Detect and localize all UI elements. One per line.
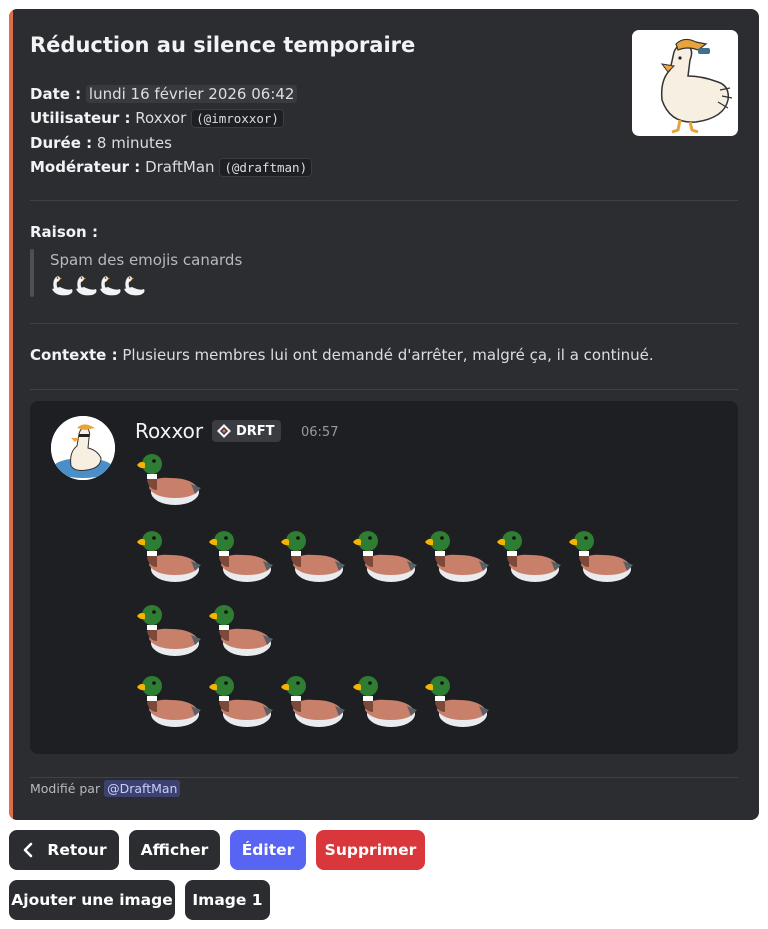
server-tag-label: DRFT: [236, 423, 275, 439]
field-user: Utilisateur : Roxxor (@imroxxor): [30, 109, 284, 128]
duck-emoji-row: [135, 601, 273, 659]
back-button[interactable]: Retour: [9, 830, 119, 870]
duck-emoji-row: [135, 450, 201, 508]
goose-illustration-icon: [660, 38, 733, 134]
reason-text: Spam des emojis canards: [50, 251, 243, 269]
duck-emoji-icon[interactable]: [135, 527, 201, 585]
field-user-handle: (@imroxxor): [191, 109, 284, 128]
embed-thumbnail-duck[interactable]: [632, 30, 738, 136]
moderator-mention[interactable]: @DraftMan: [104, 780, 181, 797]
avatar[interactable]: [51, 416, 115, 480]
field-date-label: Date :: [30, 85, 82, 103]
duck-emoji-icon[interactable]: [351, 527, 417, 585]
message-author[interactable]: Roxxor: [135, 419, 203, 443]
duck-emoji-icon[interactable]: [351, 672, 417, 730]
duck-emoji-row: [135, 527, 633, 585]
goose-avatar-icon: [51, 416, 115, 480]
field-moderator-handle: (@draftman): [219, 158, 313, 177]
duck-emoji-icon[interactable]: [207, 527, 273, 585]
quoted-message: Roxxor DRFT 06:57: [30, 401, 738, 754]
chevron-left-icon: [24, 842, 33, 858]
context-field: Contexte : Plusieurs membres lui ont dem…: [30, 346, 654, 364]
duck-emoji-icon[interactable]: [279, 672, 345, 730]
duck-emoji-icon[interactable]: [207, 601, 273, 659]
swan-emoji-icon[interactable]: [50, 273, 74, 297]
swan-emoji-icon[interactable]: [74, 273, 98, 297]
reason-label-text: Raison :: [30, 223, 98, 241]
field-duration: Durée : 8 minutes: [30, 134, 172, 152]
delete-button[interactable]: Supprimer: [316, 830, 425, 870]
divider: [30, 323, 738, 324]
swan-emoji-icon[interactable]: [122, 273, 146, 297]
field-user-name: Roxxor: [135, 109, 187, 127]
mod-log-embed: Réduction au silence temporaire Date : l…: [9, 9, 759, 820]
context-label: Contexte :: [30, 346, 118, 364]
context-text: Plusieurs membres lui ont demandé d'arrê…: [122, 346, 654, 364]
duck-emoji-icon[interactable]: [423, 527, 489, 585]
show-button[interactable]: Afficher: [129, 830, 220, 870]
duck-emoji-icon[interactable]: [423, 672, 489, 730]
field-moderator-label: Modérateur :: [30, 158, 141, 176]
divider: [30, 389, 738, 390]
field-date: Date : lundi 16 février 2026 06:42: [30, 85, 298, 103]
divider: [30, 200, 738, 201]
edit-button[interactable]: Éditer: [230, 830, 306, 870]
duck-emoji-icon[interactable]: [279, 527, 345, 585]
field-user-label: Utilisateur :: [30, 109, 131, 127]
server-tag[interactable]: DRFT: [212, 420, 281, 442]
embed-footer: Modifié par @DraftMan: [30, 780, 181, 797]
add-image-button[interactable]: Ajouter une image: [9, 880, 175, 920]
message-timestamp: 06:57: [301, 425, 339, 440]
duck-emoji-row: [135, 672, 489, 730]
field-duration-label: Durée :: [30, 134, 93, 152]
blockquote-bar: [30, 249, 34, 297]
image-1-button[interactable]: Image 1: [185, 880, 270, 920]
embed-title: Réduction au silence temporaire: [30, 33, 416, 57]
divider: [30, 777, 738, 778]
duck-emoji-icon[interactable]: [207, 672, 273, 730]
footer-prefix: Modifié par: [30, 781, 101, 796]
duck-emoji-icon[interactable]: [567, 527, 633, 585]
embed-accent-bar: [9, 9, 13, 820]
duck-emoji-icon[interactable]: [135, 672, 201, 730]
back-button-label: Retour: [47, 841, 107, 859]
field-moderator: Modérateur : DraftMan (@draftman): [30, 158, 313, 177]
field-moderator-name: DraftMan: [145, 158, 215, 176]
swan-emoji-icon[interactable]: [98, 273, 122, 297]
reason-emoji-row: [50, 273, 146, 297]
field-date-value[interactable]: lundi 16 février 2026 06:42: [85, 85, 298, 103]
reason-label: Raison :: [30, 223, 98, 241]
duck-emoji-icon[interactable]: [135, 601, 201, 659]
field-duration-value: 8 minutes: [96, 134, 172, 152]
duck-emoji-icon[interactable]: [495, 527, 561, 585]
clan-badge-icon: [217, 424, 231, 438]
duck-emoji-icon[interactable]: [135, 450, 201, 508]
